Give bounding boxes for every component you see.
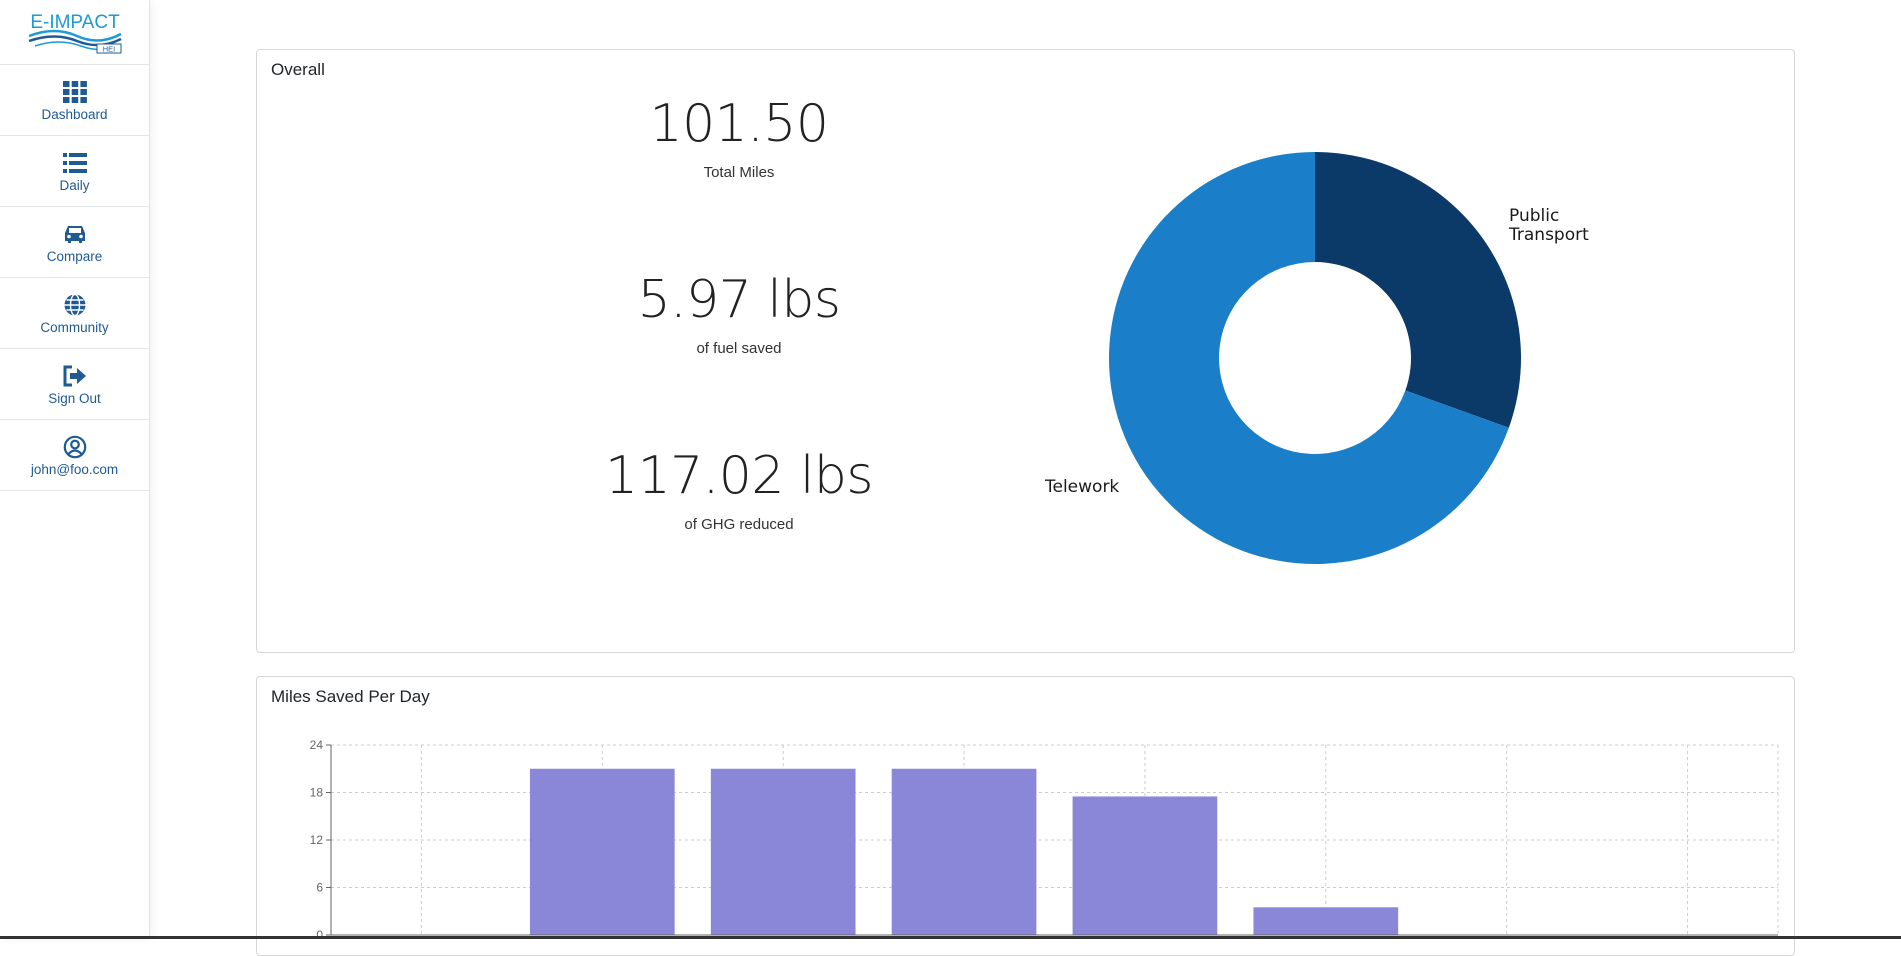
sidebar-item-label: Community bbox=[40, 319, 109, 335]
sidebar-item-community[interactable]: Community bbox=[0, 278, 149, 349]
y-tick-label: 6 bbox=[316, 881, 323, 895]
overall-card: Overall 101.50 Total Miles 5.97 lbs of f… bbox=[256, 49, 1795, 653]
sidebar-item-sign-out[interactable]: Sign Out bbox=[0, 349, 149, 420]
sidebar-item-compare[interactable]: Compare bbox=[0, 207, 149, 278]
logo-graphic: E-IMPACT HEI bbox=[28, 12, 122, 54]
y-tick-label: 12 bbox=[310, 833, 324, 847]
sidebar: E-IMPACT HEI Dashboard Daily Compare Com… bbox=[0, 0, 150, 939]
sidebar-item-label: Dashboard bbox=[41, 106, 108, 122]
y-tick-label: 24 bbox=[310, 738, 324, 752]
donut-label-line: Public bbox=[1509, 206, 1560, 226]
sidebar-item-dashboard[interactable]: Dashboard bbox=[0, 65, 149, 136]
bar-5[interactable] bbox=[1253, 907, 1399, 935]
sign-out-icon bbox=[62, 363, 88, 389]
list-icon bbox=[62, 150, 88, 176]
user-circle-icon bbox=[62, 434, 88, 460]
bar-1[interactable] bbox=[529, 768, 675, 935]
sidebar-item-label: john@foo.com bbox=[30, 461, 119, 477]
bar-2[interactable] bbox=[710, 768, 856, 935]
app-logo[interactable]: E-IMPACT HEI bbox=[0, 0, 149, 65]
bar-3[interactable] bbox=[891, 768, 1037, 935]
donut-label-line: Transport bbox=[1509, 225, 1589, 245]
mode-donut-chart bbox=[1109, 152, 1521, 565]
logo-subtitle: HEI bbox=[102, 45, 115, 54]
donut-label-public-transport-text: Public Transport bbox=[1509, 207, 1589, 245]
miles-per-day-card: Miles Saved Per Day 0 6 12 18 24 bbox=[256, 676, 1795, 956]
donut-label-telework: Telework bbox=[1045, 477, 1120, 497]
miles-bar-chart: 06121824 bbox=[310, 738, 1779, 937]
sidebar-item-daily[interactable]: Daily bbox=[0, 136, 149, 207]
bar-4[interactable] bbox=[1072, 796, 1218, 935]
sidebar-item-label: Daily bbox=[59, 177, 90, 193]
sidebar-item-label: Compare bbox=[46, 248, 103, 264]
car-icon bbox=[62, 221, 88, 247]
globe-icon bbox=[62, 292, 88, 318]
sidebar-item-label: Sign Out bbox=[48, 390, 101, 406]
y-tick-label: 18 bbox=[310, 786, 324, 800]
donut-slice-public-transport[interactable] bbox=[1315, 152, 1521, 428]
grid-icon bbox=[62, 79, 88, 105]
donut-label-public-transport: Public Transport bbox=[1509, 207, 1589, 245]
logo-title: E-IMPACT bbox=[30, 12, 120, 33]
sidebar-item-user[interactable]: john@foo.com bbox=[0, 420, 149, 491]
